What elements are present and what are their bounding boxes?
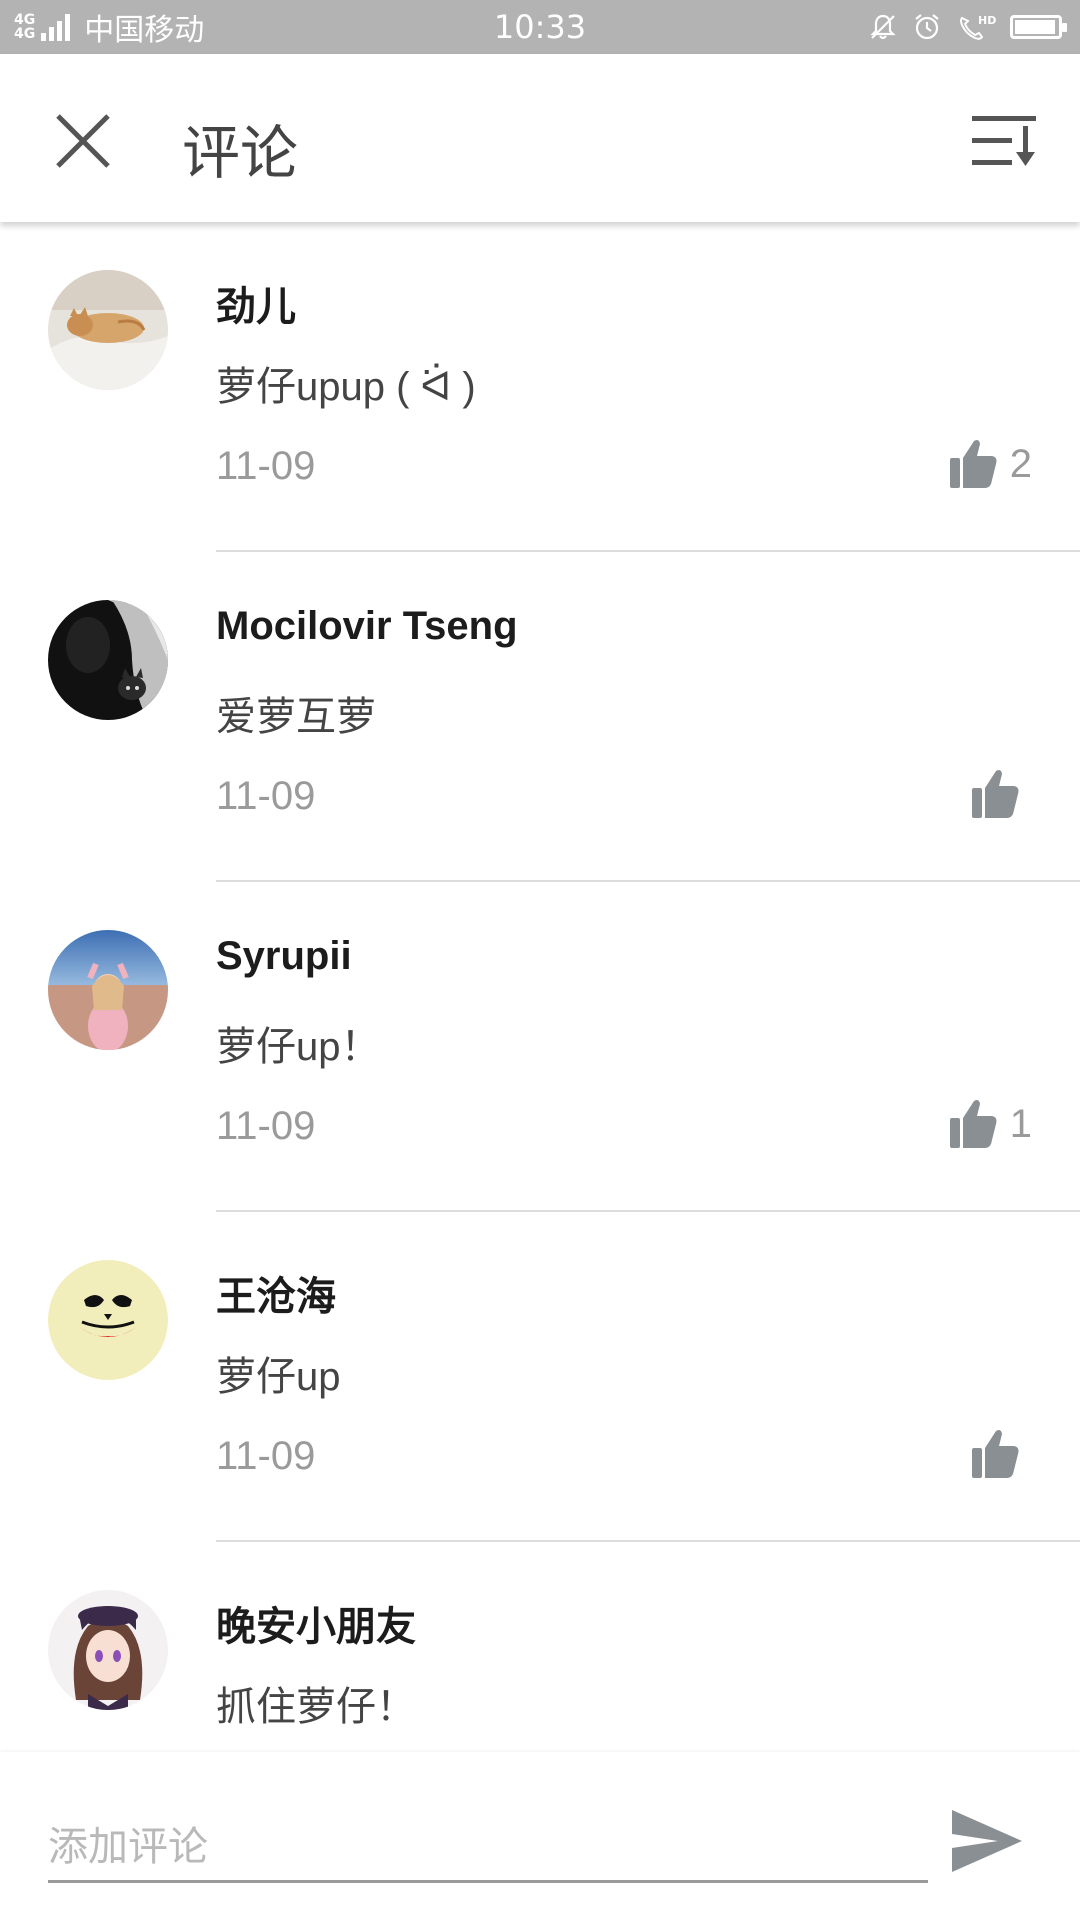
avatar[interactable] <box>48 1590 168 1710</box>
comment-item: 王沧海 萝仔up 11-09 <box>0 1212 1080 1542</box>
comment-item: 劲儿 萝仔upup ( ᐛ ) 11-09 2 <box>0 222 1080 552</box>
like-button[interactable] <box>970 768 1032 820</box>
avatar[interactable] <box>48 1260 168 1380</box>
like-count: 2 <box>1009 441 1032 486</box>
like-button[interactable] <box>970 1428 1032 1480</box>
thumbs-up-icon <box>972 770 1019 818</box>
comment-date: 11-09 <box>216 774 316 818</box>
bell-muted-icon <box>870 14 896 40</box>
comment-author[interactable]: 王沧海 <box>216 1264 336 1322</box>
hd-call-icon: HD <box>960 14 996 40</box>
like-count: 1 <box>1009 1101 1032 1146</box>
comment-input[interactable] <box>48 1814 928 1883</box>
alarm-icon <box>915 14 939 40</box>
comment-date: 11-09 <box>216 444 316 488</box>
comment-item: 晚安小朋友 抓住萝仔！ <box>0 1542 1080 1752</box>
avatar[interactable] <box>48 930 168 1050</box>
comment-text: 抓住萝仔！ <box>216 1685 416 1729</box>
beach-photo-avatar <box>48 930 168 1050</box>
send-icon[interactable] <box>948 1806 1026 1876</box>
comment-input-bar <box>0 1752 1080 1920</box>
svg-text:HD: HD <box>978 14 996 27</box>
joker-avatar <box>48 1260 168 1380</box>
thumbs-up-icon <box>949 440 997 488</box>
comment-author[interactable]: Syrupii <box>216 934 352 979</box>
app-header: 评论 <box>0 54 1080 222</box>
comment-item: Syrupii 萝仔up！ 11-09 1 <box>0 882 1080 1212</box>
battery-level <box>1015 20 1055 34</box>
avatar[interactable] <box>48 600 168 720</box>
like-button[interactable]: 2 <box>948 438 1032 490</box>
status-right: HD <box>868 0 1067 54</box>
status-bar: 4G 4G 中国移动 10:33 HD <box>0 0 1080 54</box>
like-button[interactable]: 1 <box>948 1098 1032 1150</box>
page-title: 评论 <box>182 121 299 186</box>
comment-date: 11-09 <box>216 1434 316 1478</box>
avatar[interactable] <box>48 270 168 390</box>
comment-text: 爱萝互萝 <box>216 695 376 739</box>
close-icon[interactable] <box>52 110 114 172</box>
comment-item: Mocilovir Tseng 爱萝互萝 11-09 <box>0 552 1080 882</box>
comment-author[interactable]: 晚安小朋友 <box>216 1594 416 1652</box>
comment-author[interactable]: 劲儿 <box>216 274 296 332</box>
comment-author[interactable]: Mocilovir Tseng <box>216 604 518 649</box>
anime-girl-avatar <box>48 1590 168 1710</box>
comment-date: 11-09 <box>216 1104 316 1148</box>
cat-photo-avatar <box>48 270 168 390</box>
comment-text: 萝仔upup ( ᐛ ) <box>216 365 476 409</box>
bw-cat-photo-avatar <box>48 600 168 720</box>
sort-icon[interactable] <box>970 112 1040 170</box>
thumbs-up-icon <box>949 1100 997 1148</box>
comment-list[interactable]: 劲儿 萝仔upup ( ᐛ ) 11-09 2 Mocilovir Tseng … <box>0 222 1080 1752</box>
battery-icon <box>1010 15 1067 39</box>
comment-text: 萝仔up！ <box>216 1025 381 1069</box>
thumbs-up-icon <box>972 1430 1019 1478</box>
comment-text: 萝仔up <box>216 1355 341 1399</box>
